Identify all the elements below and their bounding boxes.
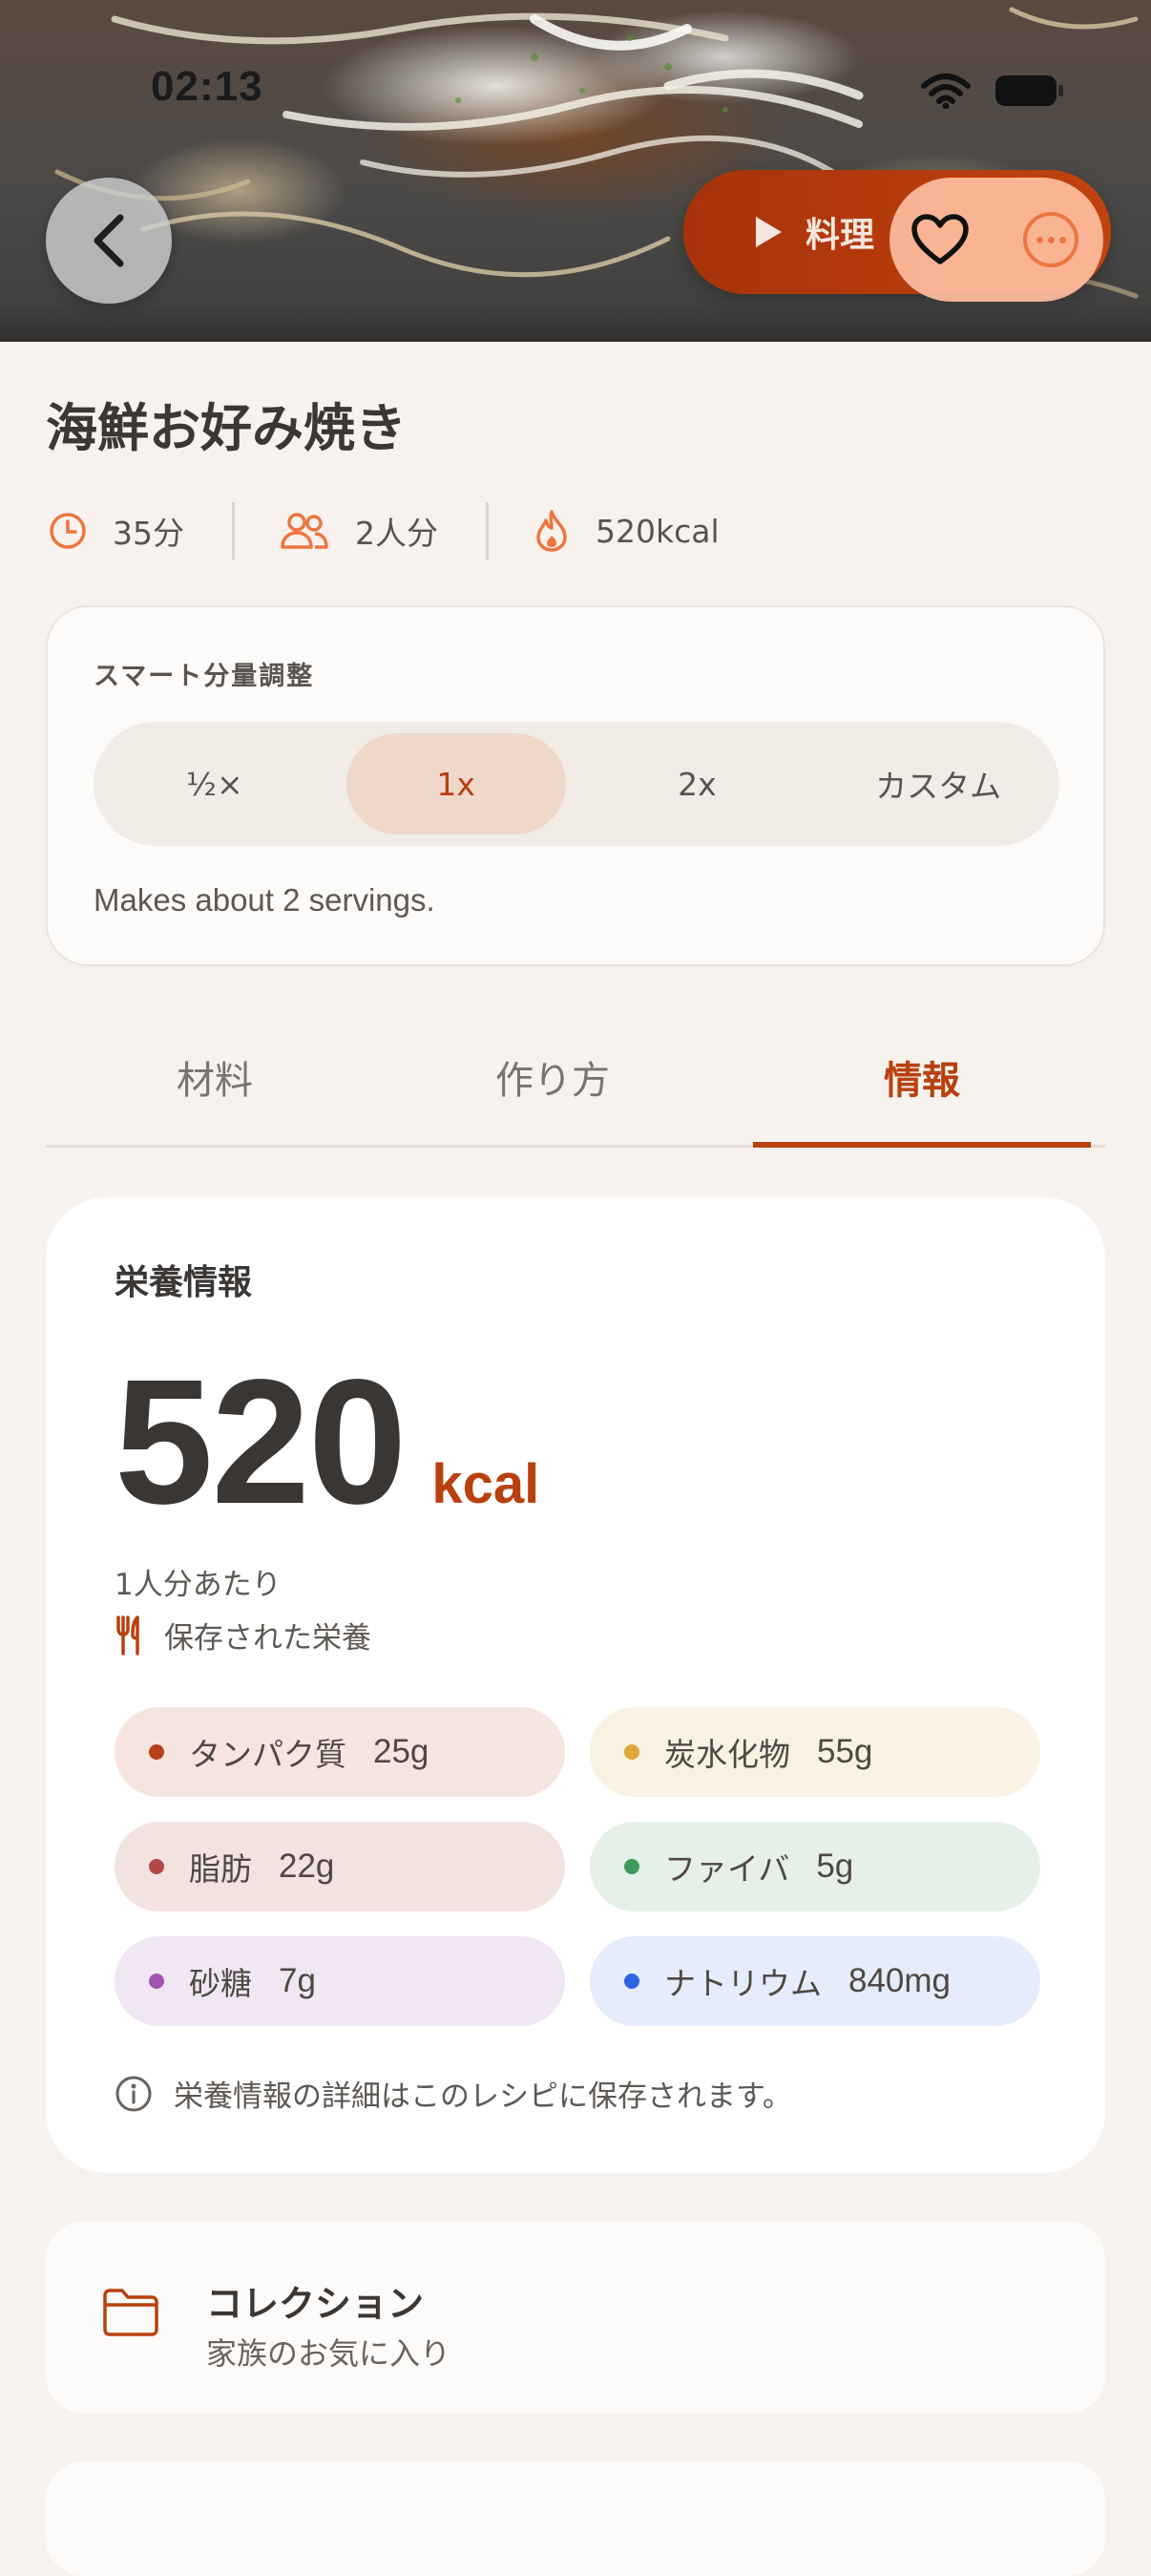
calorie-unit: kcal [431,1453,540,1515]
recipe-meta: 35分 2人分 520kcal [48,501,720,560]
nutrition-card: 栄養情報 520 kcal 1人分あたり 保存された栄養 タンパク質 25g 炭… [46,1197,1105,2173]
nutrient-value: 840mg [848,1962,952,1999]
scale-option-half[interactable]: ½× [105,733,324,834]
folder-icon [103,2289,158,2336]
nutrient-chip-carbs: 炭水化物 55g [590,1707,1040,1797]
nutrient-chip-fiber: ファイバ 5g [590,1822,1040,1911]
more-options-icon[interactable] [1023,212,1078,267]
header-actions [889,178,1103,302]
fork-knife-icon [116,1615,139,1656]
nutrition-footnote-text: 栄養情報の詳細はこのレシピに保存されます。 [174,2080,792,2114]
meta-servings: 2人分 [279,508,438,554]
nutrient-value: 25g [373,1733,429,1770]
smart-scaling-title: スマート分量調整 [94,662,315,691]
meta-servings-value: 2人分 [355,515,438,552]
scale-option-custom[interactable]: カスタム [828,733,1048,834]
nutrient-name: 炭水化物 [664,1736,790,1773]
nutrient-name: 砂糖 [189,1965,252,2002]
start-cooking-label: 料理 [806,216,875,255]
per-serving-label: 1人分あたり [115,1568,282,1602]
flame-icon [536,510,567,552]
nutrient-value: 55g [817,1733,873,1770]
meta-time-value: 35分 [113,515,184,552]
scaling-note: Makes about 2 servings. [94,882,435,918]
tab-instructions[interactable]: 作り方 [384,1006,722,1148]
tab-ingredients[interactable]: 材料 [46,1006,384,1148]
nutrient-dot [149,1744,164,1760]
play-icon [756,217,782,247]
nutrient-chip-sugar: 砂糖 7g [115,1936,565,2026]
nutrient-value: 5g [816,1848,854,1885]
battery-icon [995,75,1063,106]
status-bar-time: 02:13 [151,63,263,110]
scaling-segmented-control: ½× 1x 2x カスタム [94,722,1059,846]
collection-title: コレクション [206,2283,425,2325]
calorie-value: 520 [115,1343,407,1541]
saved-nutrition-label: 保存された栄養 [164,1621,371,1656]
nutrient-chip-protein: タンパク質 25g [115,1707,565,1797]
collection-card[interactable]: コレクション 家族のお気に入り [46,2221,1105,2414]
people-icon [281,513,328,549]
chevron-left-icon [94,214,124,267]
nutrient-chips: タンパク質 25g 炭水化物 55g 脂肪 22g ファイバ 5g 砂糖 7g … [115,1707,1040,2026]
nutrient-dot [624,1974,639,1989]
meta-calories-value: 520kcal [596,512,720,550]
nutrition-footnote: 栄養情報の詳細はこのレシピに保存されます。 [115,2072,792,2115]
info-icon [115,2076,152,2111]
smart-scaling-card: スマート分量調整 ½× 1x 2x カスタム Makes about 2 ser… [46,605,1105,966]
nutrient-dot [149,1859,164,1874]
recipe-hero-image: 02:13 料理 [0,0,1151,342]
tab-info[interactable]: 情報 [753,1006,1091,1148]
recipe-tabs: 材料 作り方 情報 [46,1006,1105,1148]
status-bar-icons [920,73,1065,109]
scale-option-2x[interactable]: 2x [588,733,807,834]
nutrient-chip-sodium: ナトリウム 840mg [590,1936,1040,2026]
nutrient-value: 22g [279,1848,335,1885]
meta-divider [486,502,489,560]
next-section-card [46,2461,1105,2576]
calorie-display: 520 kcal [115,1341,539,1544]
nutrient-name: ナトリウム [664,1965,822,2002]
heart-icon[interactable] [910,213,970,266]
wifi-icon [921,74,971,109]
meta-divider [232,502,235,560]
clock-icon [50,513,86,549]
nutrient-dot [624,1744,639,1760]
nutrient-name: タンパク質 [189,1736,346,1773]
nutrient-dot [149,1974,164,1989]
nutrient-name: 脂肪 [189,1850,252,1888]
nutrient-name: ファイバ [664,1850,790,1888]
recipe-title: 海鮮お好み焼き [46,398,407,458]
back-button[interactable] [46,178,172,304]
scale-option-1x[interactable]: 1x [345,733,566,834]
nutrient-value: 7g [279,1962,316,1999]
meta-time: 35分 [48,508,184,554]
collection-subtitle: 家族のお気に入り [206,2335,451,2372]
nutrient-chip-fat: 脂肪 22g [115,1822,565,1911]
saved-nutrition: 保存された栄養 [115,1614,371,1657]
nutrient-dot [624,1859,639,1874]
meta-calories: 520kcal [533,509,720,553]
nutrition-title: 栄養情報 [115,1263,253,1302]
